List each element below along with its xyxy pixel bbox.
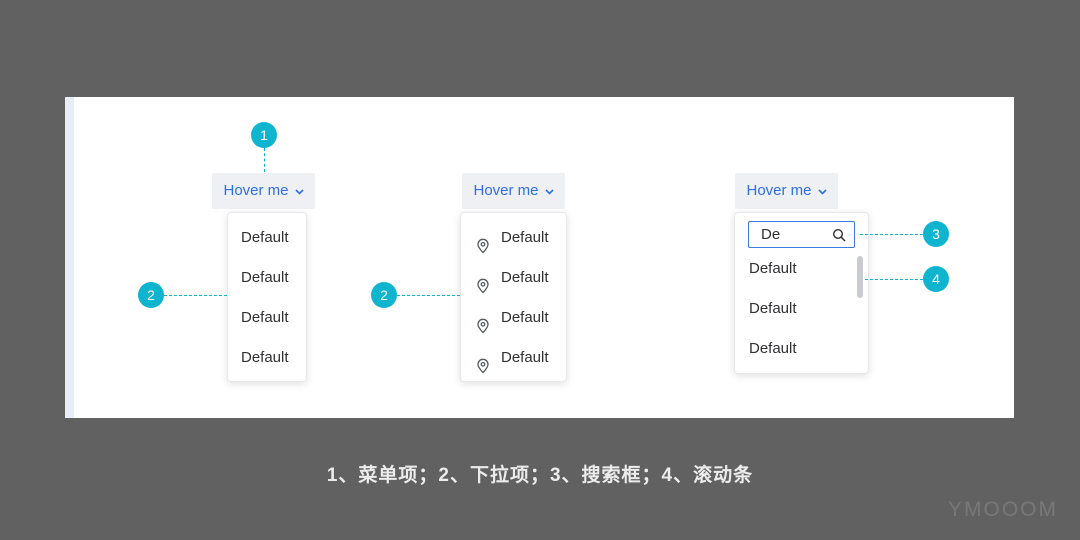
search-input[interactable] <box>761 226 821 243</box>
location-pin-icon <box>475 350 491 374</box>
annotation-marker-2a: 2 <box>138 282 164 308</box>
search-icon[interactable] <box>832 228 846 242</box>
annotation-line-2a <box>164 295 227 296</box>
menu-item[interactable]: Default <box>228 218 306 258</box>
menu-item-label: Default <box>501 229 549 246</box>
menu-item[interactable]: Default <box>735 249 855 289</box>
chevron-down-icon <box>294 173 304 209</box>
dropdown-trigger-1[interactable]: Hover me <box>212 173 315 209</box>
annotation-marker-4: 4 <box>923 266 949 292</box>
menu-item-label: Default <box>749 260 797 277</box>
scrollbar-thumb[interactable] <box>857 256 863 298</box>
annotation-line-1 <box>264 148 265 172</box>
menu-item-label: Default <box>241 229 289 246</box>
trigger-label: Hover me <box>746 182 812 199</box>
menu-item-label: Default <box>749 340 797 357</box>
menu-item[interactable]: Default <box>228 338 306 378</box>
annotation-line-4 <box>865 279 923 280</box>
menu-item[interactable]: Default <box>461 218 566 258</box>
menu-item-label: Default <box>241 309 289 326</box>
menu-item[interactable]: Default <box>735 329 855 369</box>
location-pin-icon <box>475 230 491 254</box>
menu-item-label: Default <box>501 349 549 366</box>
menu-item-label: Default <box>749 300 797 317</box>
annotation-marker-1: 1 <box>251 122 277 148</box>
menu-list: Default Default Default <box>735 249 855 369</box>
chevron-down-icon <box>817 173 827 209</box>
dropdown-trigger-3[interactable]: Hover me <box>735 173 838 209</box>
canvas-edge <box>65 97 74 418</box>
chevron-down-icon <box>544 173 554 209</box>
menu-item-label: Default <box>501 309 549 326</box>
menu-item[interactable]: Default <box>228 258 306 298</box>
trigger-label: Hover me <box>223 182 289 199</box>
annotation-marker-2b: 2 <box>371 282 397 308</box>
dropdown-menu-1: Default Default Default Default <box>227 212 307 382</box>
menu-item-label: Default <box>241 269 289 286</box>
menu-item[interactable]: Default <box>228 298 306 338</box>
search-box[interactable] <box>748 221 855 248</box>
annotation-marker-3: 3 <box>923 221 949 247</box>
watermark: YMOOOM <box>948 498 1058 521</box>
caption: 1、菜单项；2、下拉项；3、搜索框；4、滚动条 <box>326 465 754 486</box>
annotation-line-3 <box>860 234 923 235</box>
annotation-line-2b <box>397 295 460 296</box>
location-pin-icon <box>475 310 491 334</box>
menu-item-label: Default <box>241 349 289 366</box>
menu-item-label: Default <box>501 269 549 286</box>
location-pin-icon <box>475 270 491 294</box>
dropdown-menu-2: Default Default Default Default <box>460 212 567 382</box>
menu-item[interactable]: Default <box>461 258 566 298</box>
menu-item[interactable]: Default <box>735 289 855 329</box>
dropdown-trigger-2[interactable]: Hover me <box>462 173 565 209</box>
menu-item[interactable]: Default <box>461 298 566 338</box>
menu-item[interactable]: Default <box>461 338 566 378</box>
trigger-label: Hover me <box>473 182 539 199</box>
